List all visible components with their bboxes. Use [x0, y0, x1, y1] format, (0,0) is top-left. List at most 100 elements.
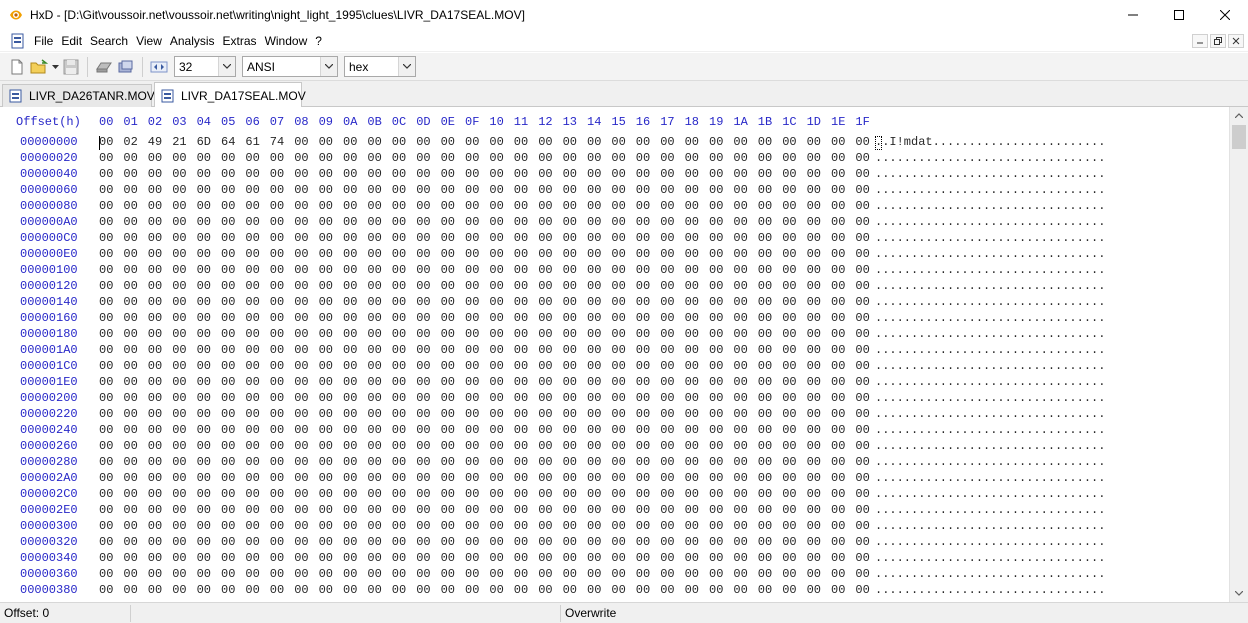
- hex-byte[interactable]: 00: [855, 279, 869, 293]
- hex-byte[interactable]: 00: [538, 551, 552, 565]
- hex-byte[interactable]: 00: [99, 487, 113, 501]
- hex-byte[interactable]: 00: [782, 279, 796, 293]
- hex-byte[interactable]: 00: [514, 183, 528, 197]
- hex-byte[interactable]: 00: [319, 423, 333, 437]
- hex-byte[interactable]: 00: [685, 327, 699, 341]
- hex-byte[interactable]: 00: [197, 295, 211, 309]
- hex-byte[interactable]: 00: [733, 183, 747, 197]
- hex-byte[interactable]: 00: [123, 295, 137, 309]
- hex-byte[interactable]: 00: [245, 151, 259, 165]
- hex-byte[interactable]: 00: [148, 199, 162, 213]
- hex-byte[interactable]: 00: [611, 567, 625, 581]
- hex-byte[interactable]: 00: [563, 551, 577, 565]
- hex-byte[interactable]: 00: [855, 487, 869, 501]
- hex-byte[interactable]: 00: [636, 135, 650, 149]
- hex-byte[interactable]: 00: [99, 423, 113, 437]
- hex-byte[interactable]: 00: [563, 247, 577, 261]
- hex-byte[interactable]: 00: [367, 183, 381, 197]
- hex-byte[interactable]: 00: [782, 231, 796, 245]
- ascii-text[interactable]: ................................: [875, 247, 1105, 261]
- hex-byte[interactable]: 00: [538, 183, 552, 197]
- hex-byte[interactable]: 00: [294, 279, 308, 293]
- hex-byte[interactable]: 00: [514, 567, 528, 581]
- hex-byte[interactable]: 00: [319, 263, 333, 277]
- hex-byte[interactable]: 00: [685, 151, 699, 165]
- document-icon[interactable]: [10, 33, 26, 49]
- hex-byte[interactable]: 00: [197, 503, 211, 517]
- hex-byte[interactable]: 00: [636, 487, 650, 501]
- hex-byte[interactable]: 00: [294, 295, 308, 309]
- ascii-text[interactable]: ................................: [875, 311, 1105, 325]
- hex-byte[interactable]: 00: [392, 183, 406, 197]
- hex-byte[interactable]: 00: [416, 311, 430, 325]
- hex-byte[interactable]: 00: [855, 551, 869, 565]
- hex-byte[interactable]: 00: [221, 247, 235, 261]
- hex-byte[interactable]: 00: [685, 311, 699, 325]
- hex-byte[interactable]: 00: [123, 375, 137, 389]
- hex-byte[interactable]: 00: [514, 551, 528, 565]
- hex-byte[interactable]: 00: [685, 183, 699, 197]
- hex-byte[interactable]: 00: [563, 199, 577, 213]
- hex-byte[interactable]: 00: [733, 311, 747, 325]
- hex-byte[interactable]: 6D: [197, 135, 211, 149]
- hex-byte[interactable]: 00: [807, 167, 821, 181]
- hex-byte[interactable]: 00: [294, 455, 308, 469]
- mdi-close-button[interactable]: [1228, 34, 1244, 48]
- hex-byte[interactable]: 00: [782, 295, 796, 309]
- hex-byte[interactable]: 00: [782, 375, 796, 389]
- hex-byte[interactable]: 00: [807, 503, 821, 517]
- hex-byte[interactable]: 00: [99, 391, 113, 405]
- hex-byte[interactable]: 00: [758, 135, 772, 149]
- hex-byte[interactable]: 00: [855, 167, 869, 181]
- hex-byte[interactable]: 00: [197, 359, 211, 373]
- hex-byte[interactable]: 00: [441, 391, 455, 405]
- hex-byte[interactable]: 00: [392, 311, 406, 325]
- hex-byte[interactable]: 00: [221, 215, 235, 229]
- hex-byte[interactable]: 00: [367, 343, 381, 357]
- hex-byte[interactable]: 00: [807, 567, 821, 581]
- hex-byte[interactable]: 00: [660, 487, 674, 501]
- hex-byte[interactable]: 00: [709, 151, 723, 165]
- hex-byte[interactable]: 00: [587, 343, 601, 357]
- hex-byte[interactable]: 00: [733, 519, 747, 533]
- hex-byte[interactable]: 00: [441, 503, 455, 517]
- hex-byte[interactable]: 00: [733, 471, 747, 485]
- hex-byte[interactable]: 00: [392, 535, 406, 549]
- hex-byte[interactable]: 00: [758, 199, 772, 213]
- ascii-text[interactable]: ................................: [875, 471, 1105, 485]
- hex-byte[interactable]: 00: [123, 455, 137, 469]
- hex-byte[interactable]: 00: [343, 375, 357, 389]
- hex-byte[interactable]: 00: [587, 375, 601, 389]
- hex-byte[interactable]: 00: [709, 311, 723, 325]
- hex-byte[interactable]: 00: [563, 295, 577, 309]
- hex-byte[interactable]: 00: [416, 583, 430, 597]
- hex-byte[interactable]: 00: [807, 471, 821, 485]
- hex-byte[interactable]: 00: [294, 423, 308, 437]
- hex-byte[interactable]: 00: [514, 279, 528, 293]
- ascii-text[interactable]: ................................: [875, 551, 1105, 565]
- hex-byte[interactable]: 00: [587, 391, 601, 405]
- hex-byte[interactable]: 00: [197, 455, 211, 469]
- hex-byte[interactable]: 00: [319, 503, 333, 517]
- hex-byte[interactable]: 00: [172, 231, 186, 245]
- hex-byte[interactable]: 00: [416, 551, 430, 565]
- hex-byte[interactable]: 00: [99, 439, 113, 453]
- hex-byte[interactable]: 00: [245, 375, 259, 389]
- hex-byte[interactable]: 00: [855, 311, 869, 325]
- hex-byte[interactable]: 00: [270, 247, 284, 261]
- hex-byte[interactable]: 00: [660, 583, 674, 597]
- hex-byte[interactable]: 00: [319, 519, 333, 533]
- ascii-text[interactable]: ................................: [875, 295, 1105, 309]
- hex-byte[interactable]: 00: [148, 551, 162, 565]
- hex-byte[interactable]: 00: [733, 279, 747, 293]
- hex-byte[interactable]: 00: [197, 567, 211, 581]
- hex-byte[interactable]: 00: [319, 167, 333, 181]
- hex-byte[interactable]: 00: [197, 375, 211, 389]
- hex-byte[interactable]: 00: [441, 455, 455, 469]
- hex-byte[interactable]: 00: [660, 375, 674, 389]
- hex-byte[interactable]: 00: [855, 471, 869, 485]
- hex-byte[interactable]: 00: [221, 295, 235, 309]
- hex-byte[interactable]: 00: [538, 231, 552, 245]
- hex-byte[interactable]: 00: [587, 519, 601, 533]
- hex-byte[interactable]: 00: [831, 535, 845, 549]
